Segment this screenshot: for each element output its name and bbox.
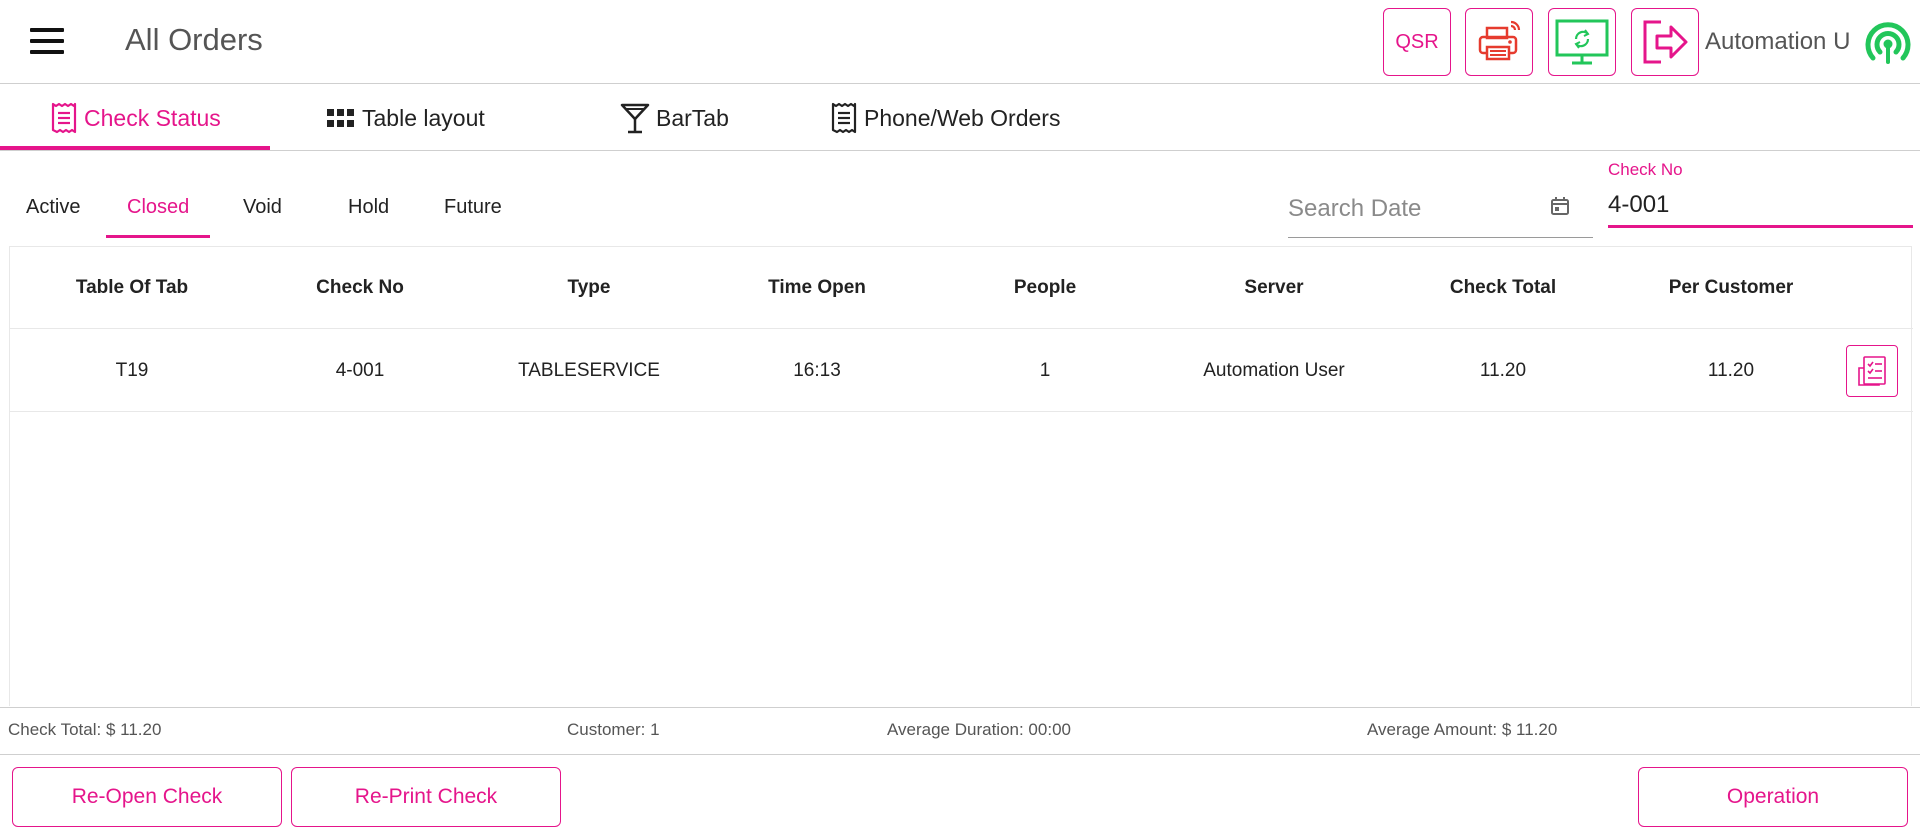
table-cell: Automation User xyxy=(1203,360,1345,381)
orders-table: Table Of Tab Check No Type Time Open Peo… xyxy=(9,246,1913,706)
table-cell: TABLESERVICE xyxy=(518,360,660,381)
subtab-future[interactable]: Future xyxy=(444,196,502,219)
table-row[interactable]: T19 4-001 TABLESERVICE 16:13 1 Automatio… xyxy=(10,330,1913,412)
qsr-button[interactable]: QSR xyxy=(1383,8,1451,76)
active-subtab-indicator xyxy=(106,235,210,238)
table-cell: 16:13 xyxy=(793,360,841,381)
check-no-field xyxy=(1608,186,1913,228)
checklist-icon xyxy=(1858,356,1886,386)
check-details-button[interactable] xyxy=(1846,345,1898,397)
logout-button[interactable] xyxy=(1631,8,1699,76)
display-sync-button[interactable] xyxy=(1548,8,1616,76)
summary-avg-amount: Average Amount: $ 11.20 xyxy=(1367,720,1558,739)
printer-button[interactable] xyxy=(1465,8,1533,76)
user-name: Automation U xyxy=(1705,28,1851,55)
summary-customer: Customer: 1 xyxy=(567,720,660,739)
tab-label: Table layout xyxy=(362,104,485,131)
subtab-active[interactable]: Active xyxy=(26,196,80,219)
cocktail-icon xyxy=(620,103,650,134)
tab-label: BarTab xyxy=(656,104,729,131)
monitor-sync-icon xyxy=(1555,19,1609,65)
table-header: Table Of Tab Check No Type Time Open Peo… xyxy=(10,247,1913,329)
subtab-hold[interactable]: Hold xyxy=(348,196,389,219)
tab-bartab[interactable]: BarTab xyxy=(620,85,729,151)
active-tab-indicator xyxy=(0,146,270,150)
table-cell: 11.20 xyxy=(1479,360,1527,381)
column-header: Server xyxy=(1244,277,1304,298)
tab-check-status[interactable]: Check Status xyxy=(50,85,221,151)
summary-check-total: Check Total: $ 11.20 xyxy=(8,720,162,739)
tab-phone-web-orders[interactable]: Phone/Web Orders xyxy=(830,85,1060,151)
column-header: People xyxy=(1013,277,1077,298)
operation-button[interactable]: Operation xyxy=(1638,767,1908,827)
printer-icon xyxy=(1478,20,1521,61)
column-header: Table Of Tab xyxy=(75,277,189,298)
column-header: Type xyxy=(567,277,611,298)
receipt-icon xyxy=(51,102,77,134)
menu-icon[interactable] xyxy=(30,24,64,58)
reprint-check-button[interactable]: Re-Print Check xyxy=(291,767,561,827)
summary-bar: Check Total: $ 11.20 Customer: 1 Average… xyxy=(0,707,1920,755)
column-header: Time Open xyxy=(768,277,866,298)
column-header: Check Total xyxy=(1449,277,1557,298)
calendar-icon[interactable] xyxy=(1550,196,1570,216)
check-no-label: Check No xyxy=(1608,160,1683,179)
column-header: Check No xyxy=(316,277,404,298)
tab-label: Check Status xyxy=(84,104,221,131)
signal-icon xyxy=(1865,22,1911,64)
page-title: All Orders xyxy=(125,22,263,57)
search-date-field xyxy=(1288,186,1593,238)
subtab-closed[interactable]: Closed xyxy=(127,196,189,219)
main-tab-bar: Check Status Table layout BarTab Phone/W… xyxy=(0,85,1920,151)
tab-table-layout[interactable]: Table layout xyxy=(326,85,485,151)
table-cell: 1 xyxy=(1039,360,1051,381)
grid-icon xyxy=(327,109,354,127)
logout-icon xyxy=(1643,20,1688,64)
table-cell: T19 xyxy=(115,360,149,381)
summary-avg-duration: Average Duration: 00:00 xyxy=(887,720,1071,739)
receipt-icon xyxy=(831,102,857,134)
check-no-input[interactable] xyxy=(1608,188,1908,222)
tab-label: Phone/Web Orders xyxy=(864,104,1061,131)
subtab-void[interactable]: Void xyxy=(243,196,282,219)
reopen-check-button[interactable]: Re-Open Check xyxy=(12,767,282,827)
table-cell: 4-001 xyxy=(335,360,385,381)
search-date-input[interactable] xyxy=(1288,192,1548,226)
app-header: All Orders QSR Automation U xyxy=(0,0,1920,84)
table-cell: 11.20 xyxy=(1707,360,1755,381)
column-header: Per Customer xyxy=(1668,277,1794,298)
